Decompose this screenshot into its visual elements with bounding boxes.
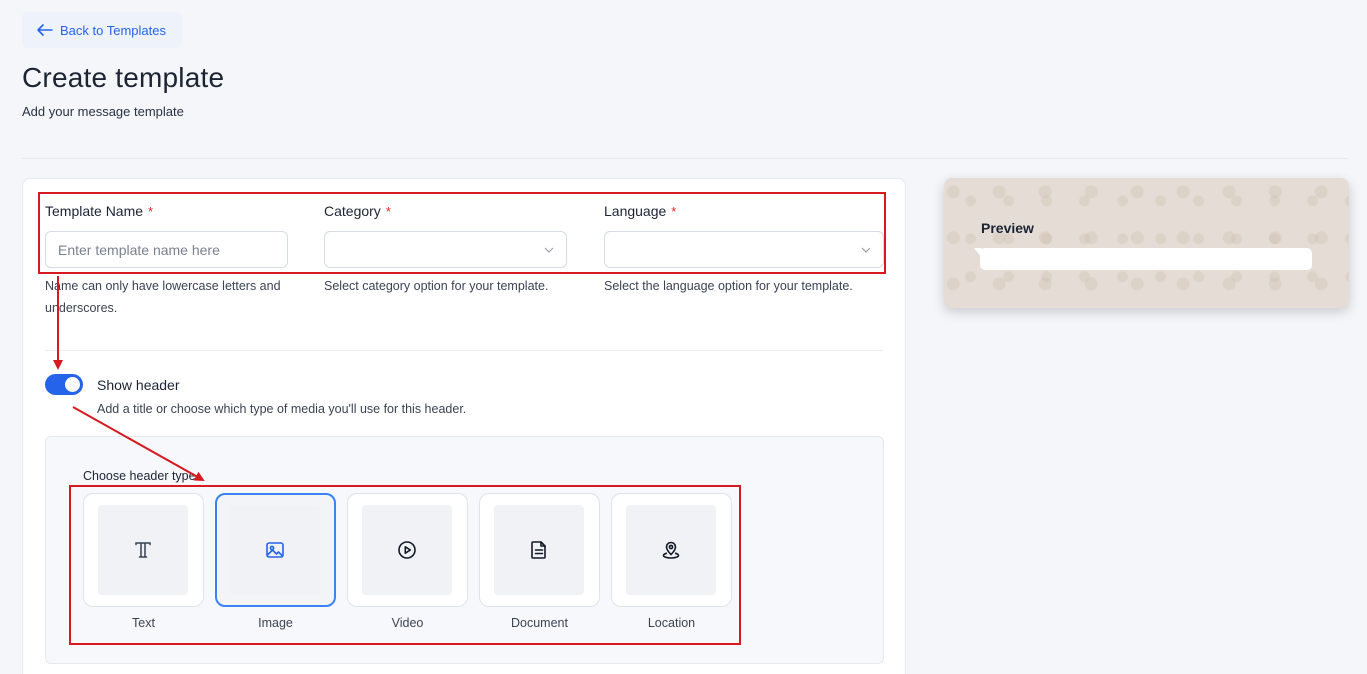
header-divider (22, 158, 1348, 159)
preview-panel (944, 178, 1349, 308)
page-subtitle: Add your message template (22, 104, 184, 119)
play-circle-icon (398, 541, 416, 559)
document-icon (531, 541, 546, 559)
show-header-toggle[interactable] (45, 374, 83, 395)
category-label: Category * (324, 203, 391, 219)
location-pin-icon (662, 541, 680, 559)
header-type-text[interactable] (83, 493, 204, 607)
required-asterisk: * (671, 204, 677, 219)
language-help: Select the language option for your temp… (604, 279, 853, 293)
header-type-location[interactable] (611, 493, 732, 607)
image-icon (266, 542, 284, 558)
section-divider (45, 350, 883, 351)
back-to-templates-button[interactable]: Back to Templates (22, 12, 182, 48)
back-button-label: Back to Templates (60, 22, 166, 38)
header-type-image-label: Image (258, 616, 293, 630)
template-name-field[interactable] (45, 231, 288, 268)
header-type-document-label: Document (511, 616, 568, 630)
chevron-down-icon (544, 247, 554, 253)
required-asterisk: * (385, 204, 391, 219)
category-help: Select category option for your template… (324, 279, 549, 293)
show-header-label: Show header (97, 377, 180, 393)
text-format-icon (135, 542, 151, 558)
required-asterisk: * (148, 204, 154, 219)
language-select[interactable] (604, 231, 884, 268)
header-type-image[interactable] (215, 493, 336, 607)
arrow-left-icon (37, 24, 53, 36)
chevron-down-icon (861, 247, 871, 253)
category-select[interactable] (324, 231, 567, 268)
header-type-document[interactable] (479, 493, 600, 607)
header-type-location-label: Location (647, 616, 696, 630)
toggle-knob (65, 377, 80, 392)
language-label: Language * (604, 203, 677, 219)
header-type-text-label: Text (132, 616, 155, 630)
page-title: Create template (22, 62, 225, 93)
choose-header-type-label: Choose header type (83, 469, 196, 483)
header-type-video-label: Video (391, 616, 424, 630)
header-type-video[interactable] (347, 493, 468, 607)
message-bubble (980, 248, 1312, 270)
template-name-label: Template Name * (45, 203, 154, 219)
show-header-description: Add a title or choose which type of medi… (97, 402, 467, 416)
template-name-help: Name can only have lowercase letters and… (45, 279, 281, 315)
template-name-input[interactable] (58, 241, 275, 258)
preview-title: Preview (981, 220, 1034, 236)
